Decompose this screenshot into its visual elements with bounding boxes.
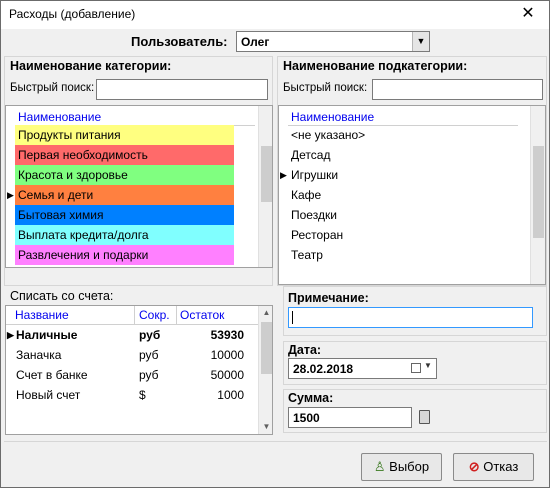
cancel-button[interactable]: ⊘ Отказ [453, 453, 534, 481]
scroll-up-icon[interactable]: ▲ [259, 306, 272, 320]
subcategory-scroll-thumb[interactable] [533, 146, 544, 238]
category-title: Наименование категории: [10, 59, 172, 73]
subcategory-title: Наименование подкатегории: [283, 59, 468, 73]
account-balance: 50000 [210, 368, 244, 382]
select-button[interactable]: ♙ Выбор [361, 453, 442, 481]
chevron-down-icon[interactable]: ▼ [412, 32, 429, 51]
account-balance: 53930 [210, 328, 244, 342]
account-name: Новый счет [16, 388, 81, 402]
accounts-header-name[interactable]: Название [15, 308, 69, 322]
category-row[interactable]: Продукты питания [15, 125, 234, 145]
cancel-icon: ⊘ [468, 459, 480, 474]
subcategory-row[interactable]: Детсад [288, 145, 518, 165]
amount-value: 1500 [293, 411, 320, 425]
accounts-grid[interactable]: Название Сокр. Остаток ▶ Наличные руб 53930… [5, 305, 273, 435]
account-name: Наличные [16, 328, 78, 342]
accounts-title: Списать со счета: [10, 289, 114, 303]
category-row[interactable]: Первая необходимость [15, 145, 234, 165]
account-balance: 10000 [210, 348, 244, 362]
scroll-down-icon[interactable]: ▼ [259, 420, 272, 434]
calendar-icon[interactable] [411, 363, 421, 373]
account-balance: 1000 [217, 388, 244, 402]
account-name: Заначка [16, 348, 62, 362]
date-label: Дата: [288, 343, 322, 357]
title-bar: Расходы (добавление) ✕ [1, 1, 549, 29]
subcategory-search-label: Быстрый поиск: [283, 82, 368, 94]
category-scrollbar[interactable] [258, 106, 272, 267]
category-search-input[interactable] [96, 79, 268, 100]
account-row[interactable]: ▶ Наличные руб 53930 [6, 325, 258, 345]
category-search-label: Быстрый поиск: [10, 82, 95, 94]
dialog-window: Расходы (добавление) ✕ Пользователь: Оле… [0, 0, 550, 488]
category-column-header[interactable]: Наименование [15, 108, 255, 126]
account-row[interactable]: Заначка руб 10000 [6, 345, 258, 365]
accounts-header-divider [176, 306, 177, 324]
category-row[interactable]: Развлечения и подарки [15, 245, 234, 265]
subcategory-scrollbar[interactable] [530, 106, 545, 284]
subcategory-row[interactable]: Ресторан [288, 225, 518, 245]
account-short: $ [139, 388, 146, 402]
subcategory-row[interactable]: Кафе [288, 185, 518, 205]
account-short: руб [139, 348, 159, 362]
text-cursor [292, 311, 293, 324]
account-name: Счет в банке [16, 368, 88, 382]
amount-input[interactable]: 1500 [288, 407, 412, 428]
category-row[interactable]: Бытовая химия [15, 205, 234, 225]
amount-label: Сумма: [288, 391, 334, 405]
user-value: Олег [241, 35, 270, 49]
user-label: Пользователь: [131, 34, 228, 49]
row-indicator-icon: ▶ [7, 190, 14, 200]
note-label: Примечание: [288, 291, 369, 305]
user-combo[interactable]: Олег ▼ [236, 31, 430, 52]
close-icon[interactable]: ✕ [513, 3, 543, 25]
date-picker[interactable]: 28.02.2018 ▼ [288, 358, 437, 379]
calculator-icon[interactable] [419, 410, 430, 424]
category-row[interactable]: Красота и здоровье [15, 165, 234, 185]
account-short: руб [139, 328, 161, 342]
category-row[interactable]: Семья и дети [15, 185, 234, 205]
chevron-down-icon[interactable]: ▼ [424, 361, 432, 370]
row-indicator-icon: ▶ [280, 170, 287, 180]
accounts-scrollbar[interactable]: ▲ ▼ [258, 306, 272, 434]
account-row[interactable]: Новый счет $1000 [6, 385, 258, 405]
category-grid[interactable]: Наименование Продукты питания Первая необ… [5, 105, 273, 268]
row-indicator-icon: ▶ [7, 330, 14, 340]
accounts-scroll-thumb[interactable] [261, 322, 272, 374]
category-scroll-thumb[interactable] [261, 146, 272, 202]
subcategory-row[interactable]: Игрушки [288, 165, 518, 185]
subcategory-search-input[interactable] [372, 79, 543, 100]
select-icon: ♙ [373, 459, 386, 474]
subcategory-row[interactable]: Театр [288, 245, 518, 265]
window-title: Расходы (добавление) [9, 7, 136, 21]
accounts-header-divider [134, 306, 135, 324]
subcategory-row[interactable]: <не указано> [288, 125, 518, 145]
subcategory-grid[interactable]: Наименование <не указано> Детсад ▶ Игрушки К… [278, 105, 546, 285]
accounts-header-balance[interactable]: Остаток [180, 308, 224, 322]
date-value: 28.02.2018 [293, 362, 354, 376]
account-short: руб [139, 368, 159, 382]
category-row[interactable]: Выплата кредита/долга [15, 225, 234, 245]
accounts-header-short[interactable]: Сокр. [139, 308, 170, 322]
subcategory-row[interactable]: Поездки [288, 205, 518, 225]
subcategory-column-header[interactable]: Наименование [288, 108, 518, 126]
account-row[interactable]: Счет в банке руб 50000 [6, 365, 258, 385]
divider [4, 441, 547, 442]
note-input[interactable] [288, 307, 533, 328]
